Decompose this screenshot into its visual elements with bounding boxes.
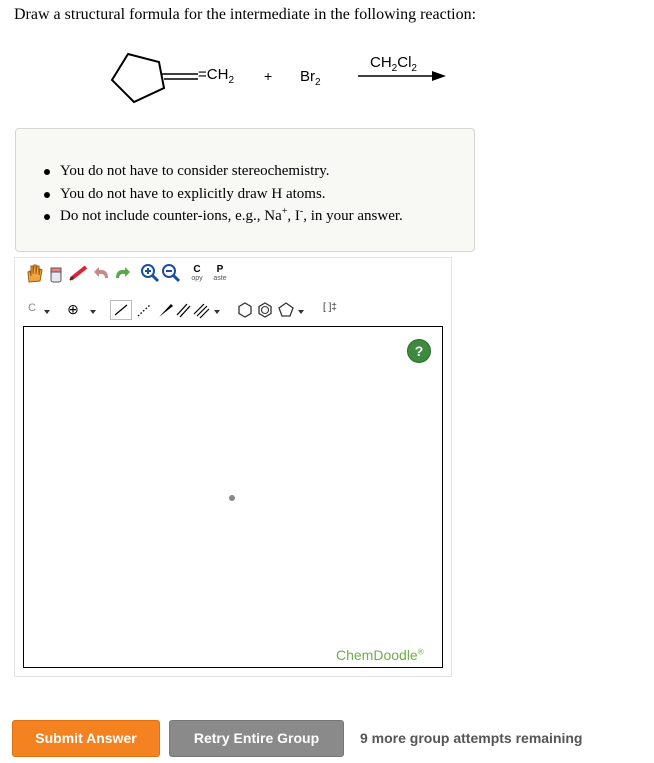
question-text: Draw a structural formula for the interm… [14, 6, 477, 23]
chemdoodle-logo: ChemDoodle® [336, 647, 424, 663]
eraser-icon[interactable] [47, 262, 65, 284]
instruction-item: Do not include counter-ions, e.g., Na+, … [44, 205, 403, 228]
chevron-down-icon[interactable] [298, 310, 304, 314]
retry-group-button[interactable]: Retry Entire Group [169, 720, 344, 757]
double-bond-icon[interactable] [174, 301, 192, 319]
chevron-down-icon[interactable] [90, 310, 96, 314]
single-bond-icon[interactable] [110, 300, 132, 320]
cyclopentane-ring-drawing [110, 52, 446, 104]
chevron-down-icon[interactable] [214, 310, 220, 314]
charge-selector[interactable]: ⊕ [65, 301, 81, 318]
element-selector[interactable]: C [25, 302, 39, 314]
attempts-remaining-text: 9 more group attempts remaining [360, 730, 583, 746]
bromine-reagent: Br2 [300, 68, 321, 88]
zoom-in-icon[interactable] [140, 263, 160, 283]
help-icon[interactable]: ? [407, 339, 431, 363]
bracket-tool[interactable]: [ ]‡ [318, 302, 342, 313]
paste-button[interactable]: P aste [210, 265, 230, 283]
reaction-scheme: =CH2 + Br2 CH2Cl2 [0, 38, 654, 108]
instruction-item: You do not have to explicitly draw H ato… [44, 183, 403, 206]
wedge-bond-icon[interactable] [156, 301, 174, 319]
submit-answer-button[interactable]: Submit Answer [12, 720, 160, 757]
hand-icon[interactable] [24, 262, 44, 284]
dashed-bond-icon[interactable] [135, 301, 153, 319]
cyclopentane-icon[interactable] [277, 301, 295, 319]
instruction-item: You do not have to consider stereochemis… [44, 160, 403, 183]
solvent-label: CH2Cl2 [370, 54, 417, 74]
redo-icon[interactable] [113, 264, 131, 282]
undo-icon[interactable] [93, 264, 111, 282]
instructions-box: You do not have to consider stereochemis… [15, 128, 475, 252]
methylene-group: =CH2 [198, 66, 234, 86]
chevron-down-icon[interactable] [44, 310, 50, 314]
copy-button[interactable]: C opy [190, 265, 204, 283]
benzene-icon[interactable] [256, 301, 274, 319]
canvas-center-dot [229, 495, 235, 501]
plus-sign: + [264, 68, 273, 84]
triple-bond-icon[interactable] [192, 301, 210, 319]
instructions-list: You do not have to consider stereochemis… [44, 160, 403, 228]
pencil-icon[interactable] [68, 264, 90, 282]
zoom-out-icon[interactable] [161, 263, 181, 283]
cyclohexane-icon[interactable] [236, 301, 254, 319]
